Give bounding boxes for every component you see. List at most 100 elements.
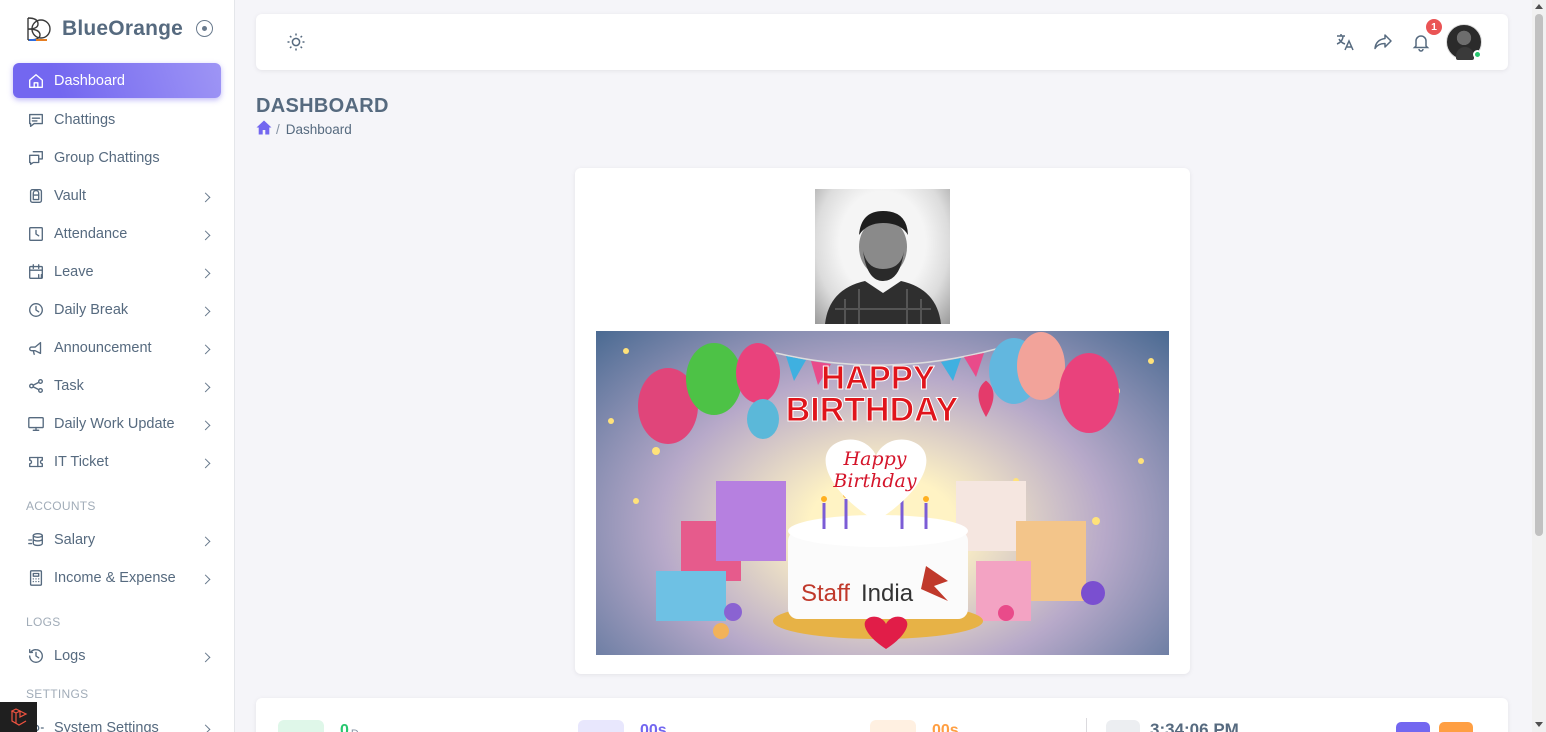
chevron-right-icon: [200, 230, 211, 241]
ticket-icon: [27, 453, 45, 471]
chevron-right-icon: [200, 382, 211, 393]
svg-text:Birthday: Birthday: [832, 470, 916, 492]
brand-logo: [24, 15, 52, 43]
sidebar-item-chattings[interactable]: Chattings: [13, 101, 221, 139]
coins-icon: [27, 531, 45, 549]
sidebar-item-group-chattings[interactable]: Group Chattings: [13, 139, 221, 177]
sidebar-item-label: Vault: [54, 188, 86, 204]
sidebar-item-attendance[interactable]: Attendance: [13, 215, 221, 253]
sidebar-item-daily-break[interactable]: Daily Break: [13, 291, 221, 329]
history-icon: [27, 647, 45, 665]
clock-time: 3:34:06 PM: [1150, 720, 1239, 732]
sidebar-menu-accounts: Salary Income & Expense: [0, 521, 234, 597]
breadcrumb-separator: /: [276, 121, 280, 137]
stat-item-3-value: 00s: [932, 722, 959, 732]
sidebar-item-income-expense[interactable]: Income & Expense: [13, 559, 221, 597]
user-avatar[interactable]: [1446, 24, 1482, 60]
sidebar-item-label: System Settings: [54, 720, 159, 732]
chevron-right-icon: [200, 306, 211, 317]
clock-in-button[interactable]: [1396, 722, 1430, 732]
sidebar-item-label: Task: [54, 378, 84, 394]
brand-name: BlueOrange: [62, 17, 184, 40]
chevron-right-icon: [200, 724, 211, 732]
calculator-icon: [27, 569, 45, 587]
sidebar-item-label: Dashboard: [54, 72, 125, 89]
laravel-debug-icon[interactable]: [0, 702, 37, 732]
calendar-pause-icon: [27, 263, 45, 281]
message-icon: [27, 111, 45, 129]
sidebar-item-leave[interactable]: Leave: [13, 253, 221, 291]
sidebar-item-task[interactable]: Task: [13, 367, 221, 405]
clock-icon: [1106, 720, 1140, 732]
stat-item-1-value: 0: [340, 722, 349, 732]
device-desktop-icon: [27, 415, 45, 433]
notification-count-badge: 1: [1426, 19, 1442, 35]
svg-text:India: India: [861, 580, 914, 607]
stat-item-1-sub: D: [351, 728, 359, 732]
scroll-thumb[interactable]: [1535, 14, 1543, 536]
sidebar-menu-logs: Logs: [0, 637, 234, 675]
svg-text:Happy: Happy: [843, 448, 907, 470]
break-button[interactable]: [1439, 722, 1473, 732]
messages-icon: [27, 149, 45, 167]
top-navbar: 1: [256, 14, 1508, 70]
menu-header-logs: LOGS: [26, 615, 61, 629]
clock-edit-icon: [27, 225, 45, 243]
chevron-right-icon: [200, 344, 211, 355]
navbar-actions: 1: [1318, 19, 1482, 60]
breadcrumb-current: Dashboard: [285, 121, 352, 137]
stat-item-1: 0 D: [278, 720, 359, 732]
svg-text:Staff: Staff: [801, 580, 850, 607]
page-scrollbar[interactable]: [1532, 0, 1546, 732]
stat-item-3: 00s: [870, 720, 959, 732]
chevron-right-icon: [200, 268, 211, 279]
sidebar-item-label: Chattings: [54, 112, 116, 128]
sidebar-item-label: Group Chattings: [54, 150, 160, 166]
home-icon: [27, 72, 45, 90]
scroll-down-icon[interactable]: [1535, 722, 1543, 727]
speakerphone-icon: [27, 339, 45, 357]
sidebar-menu: Dashboard Chattings Group Chattings Vault At…: [0, 63, 234, 481]
share-icon: [27, 377, 45, 395]
sidebar-item-logs[interactable]: Logs: [13, 637, 221, 675]
sidebar-item-label: Announcement: [54, 340, 152, 356]
birthday-banner: HAPPY BIRTHDAY Happy Birthday Staff Indi…: [596, 331, 1169, 655]
sidebar-item-label: Salary: [54, 532, 96, 548]
stat-item-3-icon: [870, 720, 916, 732]
sun-icon[interactable]: [286, 32, 306, 57]
sidebar-item-announcement[interactable]: Announcement: [13, 329, 221, 367]
sidebar-item-label: Logs: [54, 648, 86, 664]
chevron-right-icon: [200, 574, 211, 585]
notification-bell-icon[interactable]: 1: [1410, 19, 1442, 53]
sidebar-item-label: Attendance: [54, 226, 128, 242]
chevron-right-icon: [200, 652, 211, 663]
sidebar-item-salary[interactable]: Salary: [13, 521, 221, 559]
stat-item-2: 00s: [578, 720, 667, 732]
sidebar-item-label: IT Ticket: [54, 454, 109, 470]
clock-icon: [27, 301, 45, 319]
chevron-right-icon: [200, 536, 211, 547]
sidebar-item-daily-work-update[interactable]: Daily Work Update: [13, 405, 221, 443]
stat-item-2-value: 00s: [640, 722, 667, 732]
stat-item-1-icon: [278, 720, 324, 732]
sidebar-item-system-settings[interactable]: System Settings: [13, 709, 221, 732]
sidebar-item-label: Income & Expense: [54, 570, 176, 586]
sidebar-item-dashboard[interactable]: Dashboard: [13, 63, 221, 98]
sidebar-item-label: Daily Break: [54, 302, 129, 318]
language-icon[interactable]: [1334, 31, 1356, 53]
chevron-right-icon: [200, 420, 211, 431]
chevron-right-icon: [200, 458, 211, 469]
sidebar-toggle-icon[interactable]: [196, 20, 213, 37]
lock-icon: [27, 187, 45, 205]
stats-divider: [1086, 718, 1087, 732]
home-icon[interactable]: [256, 120, 272, 138]
stats-strip: 0 D 00s 00s 3:34:06 PM: [256, 698, 1508, 732]
share-forward-icon[interactable]: [1372, 31, 1394, 53]
sidebar-item-it-ticket[interactable]: IT Ticket: [13, 443, 221, 481]
sidebar-item-vault[interactable]: Vault: [13, 177, 221, 215]
chevron-right-icon: [200, 192, 211, 203]
online-status-indicator: [1473, 50, 1482, 59]
stat-clock: 3:34:06 PM: [1106, 720, 1239, 732]
breadcrumb: / Dashboard: [256, 120, 352, 138]
scroll-up-icon[interactable]: [1535, 4, 1543, 9]
